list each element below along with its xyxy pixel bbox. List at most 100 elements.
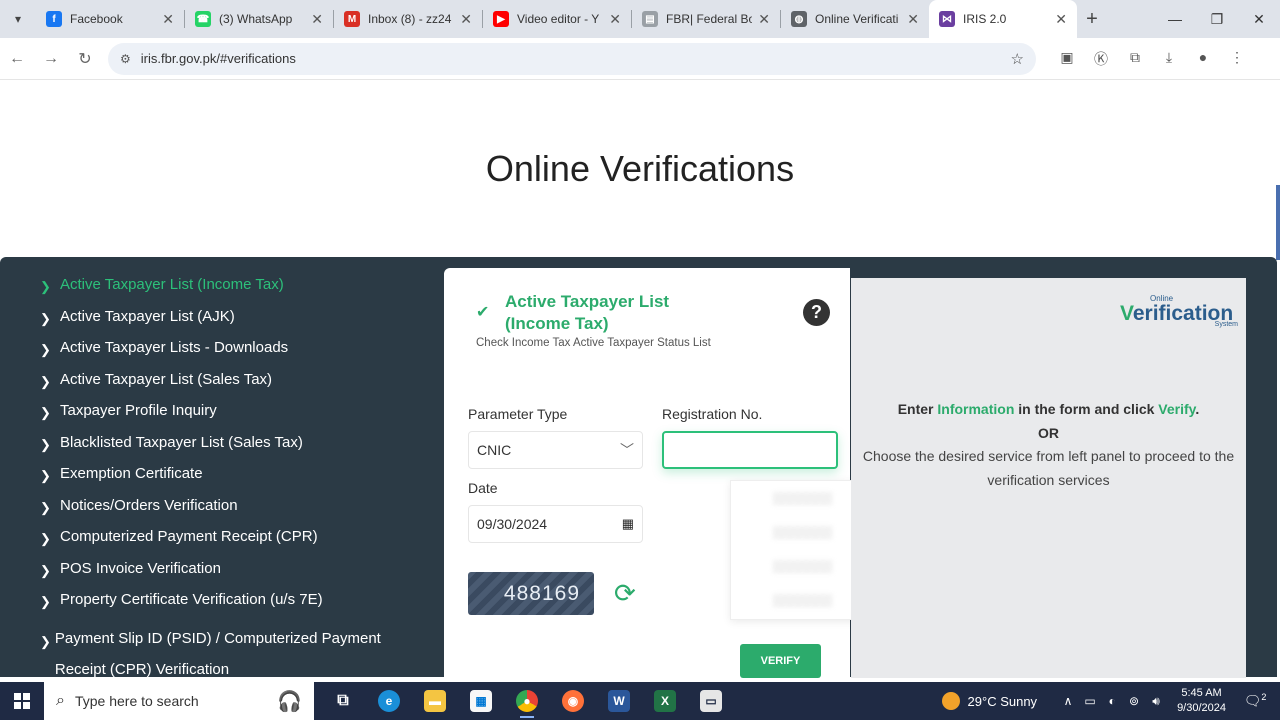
edge-app[interactable]: e — [366, 682, 412, 720]
page-title: Online Verifications — [485, 148, 795, 189]
tab-close-icon[interactable]: ✕ — [1055, 11, 1067, 28]
chevron-right-icon: ❯ — [40, 499, 51, 515]
chrome-app[interactable]: ● — [504, 682, 550, 720]
sidebar-item-8[interactable]: ❯ Notices/Orders Verification — [40, 497, 430, 529]
tab-5[interactable]: ▤ FBR| Federal Bo ✕ — [632, 0, 780, 38]
battery-icon[interactable]: ▭ — [1079, 694, 1101, 709]
sidebar-item-5[interactable]: ❯ Taxpayer Profile Inquiry — [40, 402, 430, 434]
search-icon: ⌕ — [56, 692, 65, 709]
download-icon[interactable]: ⤓ — [1152, 49, 1186, 69]
sidebar-item-label: POS Invoice Verification — [60, 559, 221, 577]
sidebar-item-6[interactable]: ❯ Blacklisted Taxpayer List (Sales Tax) — [40, 434, 430, 466]
bookmark-star-icon[interactable]: ☆ — [1011, 50, 1024, 68]
sidebar-item-12[interactable]: ❯ Payment Slip ID (PSID) / Computerized P… — [40, 623, 430, 679]
extension-k-icon[interactable]: Ⓚ — [1084, 49, 1118, 69]
registration-no-input[interactable] — [662, 431, 838, 469]
services-sidebar: ❯ Active Taxpayer List (Income Tax) ❯ Activ… — [40, 276, 430, 679]
tab-1[interactable]: f Facebook ✕ — [36, 0, 184, 38]
info-instructions: Enter Information in the form and click … — [851, 398, 1246, 492]
minimize-button[interactable]: — — [1154, 0, 1196, 38]
sidebar-item-4[interactable]: ❯ Active Taxpayer List (Sales Tax) — [40, 371, 430, 403]
file-explorer-app[interactable]: ▬ — [412, 682, 458, 720]
word-icon: W — [608, 690, 630, 712]
date-label: Date — [468, 480, 498, 496]
store-app[interactable]: ▦ — [458, 682, 504, 720]
new-tab-button[interactable]: + — [1077, 8, 1107, 31]
volume-icon[interactable]: 🔊︎ — [1145, 694, 1167, 709]
firefox-app[interactable]: ◉ — [550, 682, 596, 720]
address-bar[interactable]: ⚙ iris.fbr.gov.pk/#verifications ☆ — [108, 42, 1036, 75]
date-value: 09/30/2024 — [477, 516, 548, 532]
sidebar-item-label: Blacklisted Taxpayer List (Sales Tax) — [60, 433, 303, 451]
tab-search-menu[interactable]: ▾ — [0, 0, 36, 38]
tab-title: Video editor - Y — [517, 12, 600, 26]
page-scrollbar[interactable] — [1276, 185, 1280, 260]
info-line-1: Enter Information in the form and click … — [851, 398, 1246, 422]
url-text[interactable]: iris.fbr.gov.pk/#verifications — [141, 51, 1011, 66]
tab-close-icon[interactable]: ✕ — [162, 11, 174, 28]
tab-close-icon[interactable]: ✕ — [460, 11, 472, 28]
profile-icon[interactable]: ● — [1186, 49, 1220, 69]
tab-3[interactable]: M Inbox (8) - zz24 ✕ — [334, 0, 482, 38]
task-view-button[interactable]: ⧉ — [320, 682, 366, 720]
tab-4[interactable]: ▶ Video editor - Y ✕ — [483, 0, 631, 38]
sidebar-item-2[interactable]: ❯ Active Taxpayer List (AJK) — [40, 308, 430, 340]
sidebar-item-7[interactable]: ❯ Exemption Certificate — [40, 465, 430, 497]
extensions-puzzle-icon[interactable]: ⧉ — [1118, 49, 1152, 69]
sidebar-item-9[interactable]: ❯ Computerized Payment Receipt (CPR) — [40, 528, 430, 560]
info-highlight-information: Information — [937, 401, 1015, 417]
refresh-captcha-icon[interactable]: ⟳ — [614, 578, 636, 609]
parameter-type-select[interactable]: CNIC ﹀ — [468, 431, 643, 469]
sidebar-item-10[interactable]: ❯ POS Invoice Verification — [40, 560, 430, 592]
tab-close-icon[interactable]: ✕ — [311, 11, 323, 28]
checkmark-icon: ✔ — [476, 304, 490, 321]
tab-2[interactable]: ☎ (3) WhatsApp ✕ — [185, 0, 333, 38]
tab-close-icon[interactable]: ✕ — [907, 11, 919, 28]
browser-menu-icon[interactable]: ⋮ — [1220, 49, 1254, 69]
weather-widget[interactable]: 29°C Sunny — [941, 692, 1038, 710]
chevron-right-icon: ❯ — [40, 562, 51, 578]
network-icon[interactable]: ⊚ — [1123, 694, 1145, 709]
excel-app[interactable]: X — [642, 682, 688, 720]
chevron-down-icon: ﹀ — [620, 442, 634, 458]
chevron-up-icon[interactable]: ∧ — [1057, 694, 1079, 709]
search-highlight-icon: 🎧 — [277, 690, 302, 713]
tab-close-icon[interactable]: ✕ — [758, 11, 770, 28]
browser-tab-strip: ▾ f Facebook ✕ ☎ (3) WhatsApp ✕ M Inbox (8) - z… — [0, 0, 1280, 38]
sidebar-item-3[interactable]: ❯ Active Taxpayer Lists - Downloads — [40, 339, 430, 371]
sidebar-item-label: Payment Slip ID (PSID) / Computerized Pa… — [54, 629, 381, 678]
browser-toolbar: ← → ↻ ⚙ iris.fbr.gov.pk/#verifications ☆… — [0, 38, 1280, 80]
window-controls: — ❐ ✕ — [1154, 0, 1280, 38]
close-window-button[interactable]: ✕ — [1238, 0, 1280, 38]
document-icon: ▤ — [642, 11, 658, 27]
tab-title: FBR| Federal Bo — [666, 12, 753, 26]
tab-7[interactable]: ⋈ IRIS 2.0 ✕ — [929, 0, 1077, 38]
sidebar-item-label: Active Taxpayer List (Income Tax) — [60, 276, 284, 293]
sidebar-item-1[interactable]: ❯ Active Taxpayer List (Income Tax) — [40, 276, 430, 308]
tab-6[interactable]: ◍ Online Verificati ✕ — [781, 0, 929, 38]
start-button[interactable] — [0, 682, 44, 720]
logo-system-text: System — [1214, 321, 1238, 328]
remote-app[interactable]: ▭ — [688, 682, 734, 720]
site-settings-icon[interactable]: ⚙ — [120, 52, 131, 66]
word-app[interactable]: W — [596, 682, 642, 720]
reload-button[interactable]: ↻ — [68, 49, 102, 69]
date-input[interactable]: 09/30/2024 ▦ — [468, 505, 643, 543]
tab-close-icon[interactable]: ✕ — [609, 11, 621, 28]
clock[interactable]: 5:45 AM 9/30/2024 — [1177, 686, 1226, 716]
system-tray: 29°C Sunny ∧ ▭ ◐ ⊚ 🔊︎ 5:45 AM 9/30/2024 … — [941, 682, 1280, 720]
maximize-button[interactable]: ❐ — [1196, 0, 1238, 38]
verify-button[interactable]: VERIFY — [740, 644, 821, 678]
meet-icon[interactable]: ◐ — [1101, 694, 1123, 709]
firefox-icon: ◉ — [562, 690, 584, 712]
forward-button[interactable]: → — [34, 50, 68, 68]
taskbar-search[interactable]: ⌕ Type here to search 🎧 — [44, 682, 314, 720]
back-button[interactable]: ← — [0, 50, 34, 68]
tab-title: Online Verificati — [815, 12, 899, 26]
calendar-icon[interactable]: ▦ — [622, 516, 634, 532]
weather-text: 29°C Sunny — [967, 693, 1038, 709]
sidebar-item-11[interactable]: ❯ Property Certificate Verification (u/s … — [40, 591, 430, 623]
notifications-icon[interactable]: 🗨︎2 — [1242, 692, 1268, 710]
help-icon[interactable]: ? — [803, 299, 830, 326]
screen-capture-icon[interactable]: ▣ — [1050, 49, 1084, 69]
